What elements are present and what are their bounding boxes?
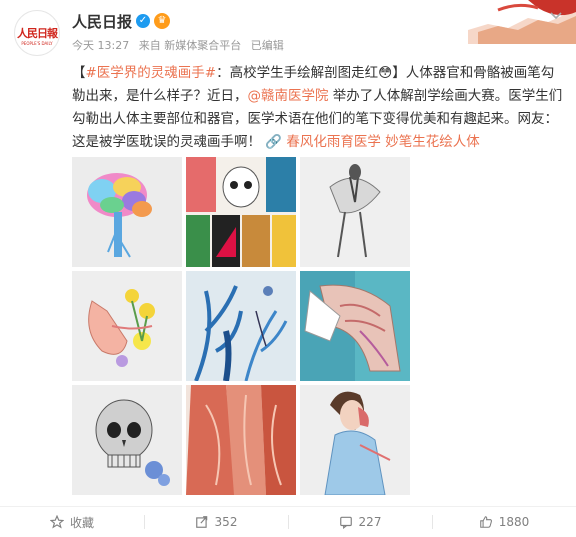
post-source: 来自 新媒体聚合平台 — [138, 39, 242, 52]
like-count: 1880 — [498, 515, 530, 529]
repost-button[interactable]: 352 — [144, 507, 288, 537]
image-skull-pencil[interactable] — [72, 385, 182, 495]
mention-link[interactable]: @赣南医学院 — [248, 88, 329, 104]
favorite-label: 收藏 — [69, 515, 94, 530]
verified-icon: ✓ — [136, 14, 150, 28]
flushed-emoji-icon: 😳 — [378, 65, 393, 81]
weibo-post-card: 人民日報 PEOPLE'S DAILY 人民日报 ✓ ♛ 今天 13:27 来自… — [0, 0, 576, 537]
chevron-down-icon[interactable] — [548, 8, 564, 22]
star-icon — [49, 515, 64, 529]
hashtag-link[interactable]: #医学界的灵魂画手# — [86, 65, 217, 81]
comment-count: 227 — [358, 515, 382, 529]
post-time[interactable]: 今天 13:27 — [72, 39, 129, 52]
avatar[interactable]: 人民日報 PEOPLE'S DAILY — [14, 10, 60, 56]
image-woman-anatomy[interactable] — [300, 385, 410, 495]
image-neck-muscles[interactable] — [186, 385, 296, 495]
image-blue-vessels[interactable] — [186, 271, 296, 381]
thumbs-up-icon — [479, 516, 492, 528]
post-meta: 今天 13:27 来自 新媒体聚合平台 已编辑 — [72, 37, 290, 53]
image-brain[interactable] — [72, 157, 182, 267]
avatar-logo: 人民日報 — [17, 27, 58, 40]
favorite-button[interactable]: 收藏 — [0, 507, 144, 537]
image-ear-flowers[interactable] — [72, 271, 182, 381]
avatar-logo-subtext: PEOPLE'S DAILY — [21, 41, 53, 46]
image-flower-skeleton[interactable] — [300, 157, 410, 267]
repost-icon — [195, 516, 207, 528]
repost-count: 352 — [214, 515, 238, 529]
member-crown-icon: ♛ — [154, 13, 170, 29]
article-link[interactable]: 春风化雨育医学 妙笔生花绘人体 — [286, 134, 479, 150]
action-bar: 收藏 352 227 1880 — [0, 507, 576, 537]
image-grid — [72, 157, 410, 496]
author-name[interactable]: 人民日报 — [72, 11, 132, 32]
comment-icon — [339, 516, 352, 529]
link-icon: 🔗 — [265, 134, 283, 150]
edited-label: 已编辑 — [250, 39, 284, 52]
text-bracket: 【 — [72, 65, 86, 81]
like-button[interactable]: 1880 — [432, 507, 576, 537]
text-part1: ：高校学生手绘解剖图走红 — [216, 65, 379, 81]
comment-button[interactable]: 227 — [288, 507, 432, 537]
image-hand-muscles[interactable] — [300, 271, 410, 381]
post-text: 【#医学界的灵魂画手#：高校学生手绘解剖图走红😳】人体器官和骨骼被画笔勾勒出来，… — [72, 62, 564, 154]
image-skull-collage[interactable] — [186, 157, 296, 267]
